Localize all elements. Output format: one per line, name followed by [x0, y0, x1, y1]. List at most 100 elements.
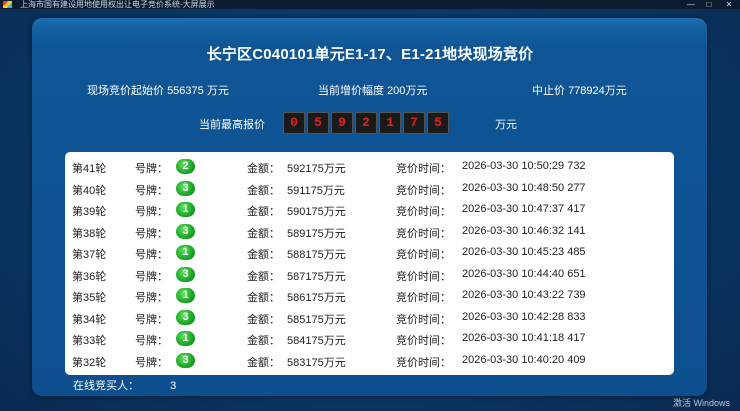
- table-row: 第41轮 号牌： 2 金额： 592175万元 竞价时间： 2026-03-30…: [65, 156, 674, 178]
- round-number: 第37轮: [72, 249, 107, 261]
- round-number: 第38轮: [72, 227, 107, 240]
- plate-badge: 1: [176, 202, 195, 217]
- amount-value: 586175万元: [287, 292, 346, 304]
- time-label: 竞价时间：: [396, 313, 451, 326]
- window-title: 上海市国有建设用地使用权出让电子竞价系统-大屏展示: [20, 0, 215, 9]
- table-row: 第36轮 号牌： 3 金额： 587175万元 竞价时间： 2026-03-30…: [65, 264, 674, 286]
- stop-price-label: 中止价: [532, 85, 565, 97]
- stop-price: 中止价 778924万元: [532, 82, 627, 98]
- plate-badge: 2: [176, 159, 195, 174]
- amount-label: 金额：: [247, 356, 280, 369]
- start-price-label: 现场竞价起始价: [87, 85, 164, 97]
- increment: 当前增价幅度 200万元: [318, 82, 427, 98]
- table-row: 第38轮 号牌： 3 金额： 589175万元 竞价时间： 2026-03-30…: [65, 221, 674, 243]
- max-bid-label: 当前最高报价: [199, 119, 265, 131]
- increment-label: 当前增价幅度: [318, 85, 384, 97]
- plate-badge: 3: [176, 309, 195, 325]
- start-price-unit: 万元: [206, 85, 229, 97]
- auction-title: 长宁区C040101单元E1-17、E1-21地块现场竞价: [206, 46, 534, 63]
- plate-badge: 3: [176, 223, 195, 239]
- amount-value: 584175万元: [287, 335, 346, 347]
- table-row: 第34轮 号牌： 3 金额： 585175万元 竞价时间： 2026-03-30…: [65, 307, 674, 329]
- amount-label: 金额：: [247, 292, 280, 304]
- time-label: 竞价时间：: [396, 184, 451, 197]
- time-label: 竞价时间：: [396, 249, 451, 261]
- time-value: 2026-03-30 10:46:32 141: [462, 224, 586, 237]
- plate-badge: 3: [176, 352, 195, 368]
- plate-badge: 1: [176, 331, 195, 346]
- window-titlebar: 上海市国有建设用地使用权出让电子竞价系统-大屏展示 — □ ✕: [0, 0, 740, 9]
- amount-value: 587175万元: [287, 270, 346, 283]
- amount-value: 589175万元: [287, 227, 346, 240]
- activation-watermark: 激活 Windows: [673, 398, 731, 408]
- time-label: 竞价时间：: [396, 356, 451, 369]
- stop-price-value: 778924万元: [568, 85, 627, 97]
- plate-badge: 3: [176, 180, 195, 196]
- max-bid-digit: 1: [379, 112, 401, 134]
- time-value: 2026-03-30 10:41:18 417: [462, 332, 586, 344]
- start-price: 现场竞价起始价 556375 万元: [87, 82, 229, 98]
- max-bid-digit: 9: [331, 112, 353, 134]
- max-bid-digit: 7: [403, 112, 425, 134]
- bid-history-table: 第41轮 号牌： 2 金额： 592175万元 竞价时间： 2026-03-30…: [65, 152, 674, 375]
- time-value: 2026-03-30 10:45:23 485: [462, 246, 586, 258]
- time-value: 2026-03-30 10:48:50 277: [462, 181, 586, 194]
- time-label: 竞价时间：: [396, 227, 451, 240]
- amount-label: 金额：: [247, 163, 280, 175]
- online-bidders-label: 在线竞买人：: [73, 380, 139, 392]
- amount-label: 金额：: [247, 313, 280, 326]
- round-number: 第41轮: [72, 163, 107, 175]
- online-bidders-count: 3: [170, 380, 177, 392]
- plate-label: 号牌：: [135, 206, 168, 218]
- start-price-value: 556375: [167, 85, 204, 97]
- plate-label: 号牌：: [135, 292, 168, 304]
- close-button[interactable]: ✕: [722, 0, 736, 9]
- round-number: 第35轮: [72, 292, 107, 304]
- plate-badge: 1: [176, 245, 195, 260]
- amount-value: 591175万元: [287, 184, 345, 197]
- round-number: 第39轮: [72, 206, 107, 218]
- table-row: 第32轮 号牌： 3 金额： 583175万元 竞价时间： 2026-03-30…: [65, 350, 674, 372]
- maximize-button[interactable]: □: [702, 0, 716, 9]
- time-value: 2026-03-30 10:47:37 417: [462, 203, 586, 215]
- minimize-button[interactable]: —: [684, 0, 698, 9]
- time-label: 竞价时间：: [396, 206, 451, 218]
- max-bid-digit: 0: [283, 112, 305, 134]
- time-value: 2026-03-30 10:50:29 732: [462, 160, 586, 172]
- plate-badge: 3: [176, 266, 195, 282]
- table-row: 第37轮 号牌： 1 金额： 588175万元 竞价时间： 2026-03-30…: [65, 242, 674, 264]
- table-row: 第35轮 号牌： 1 金额： 586175万元 竞价时间： 2026-03-30…: [65, 285, 674, 307]
- amount-value: 590175万元: [287, 206, 346, 218]
- table-row: 第39轮 号牌： 1 金额： 590175万元 竞价时间： 2026-03-30…: [65, 199, 674, 221]
- time-value: 2026-03-30 10:40:20 409: [462, 353, 586, 366]
- max-bid-digit: 5: [307, 112, 329, 134]
- amount-value: 592175万元: [287, 163, 346, 175]
- plate-label: 号牌：: [135, 249, 168, 261]
- table-row: 第40轮 号牌： 3 金额： 591175万元 竞价时间： 2026-03-30…: [65, 178, 674, 200]
- amount-value: 585175万元: [287, 313, 346, 326]
- amount-label: 金额：: [247, 335, 280, 347]
- max-bid-digit: 2: [355, 112, 377, 134]
- round-number: 第34轮: [72, 313, 107, 326]
- amount-label: 金额：: [247, 249, 280, 261]
- amount-label: 金额：: [247, 270, 280, 283]
- amount-value: 583175万元: [287, 356, 346, 369]
- table-row: 第33轮 号牌： 1 金额： 584175万元 竞价时间： 2026-03-30…: [65, 328, 674, 350]
- plate-label: 号牌：: [135, 356, 168, 369]
- time-value: 2026-03-30 10:43:22 739: [462, 289, 586, 301]
- online-bidders: 在线竞买人： 3: [73, 377, 176, 393]
- plate-label: 号牌：: [135, 335, 168, 347]
- max-bid-digit: 5: [427, 112, 449, 134]
- time-label: 竞价时间：: [396, 270, 451, 283]
- time-label: 竞价时间：: [396, 163, 451, 175]
- round-number: 第40轮: [72, 184, 107, 197]
- time-value: 2026-03-30 10:44:40 651: [462, 267, 586, 280]
- app-icon: [3, 1, 12, 8]
- increment-value: 200万元: [387, 85, 428, 97]
- plate-label: 号牌：: [135, 270, 168, 283]
- round-number: 第33轮: [72, 335, 107, 347]
- round-number: 第36轮: [72, 270, 107, 283]
- amount-label: 金额：: [247, 184, 280, 197]
- time-value: 2026-03-30 10:42:28 833: [462, 310, 586, 323]
- amount-label: 金额：: [247, 206, 280, 218]
